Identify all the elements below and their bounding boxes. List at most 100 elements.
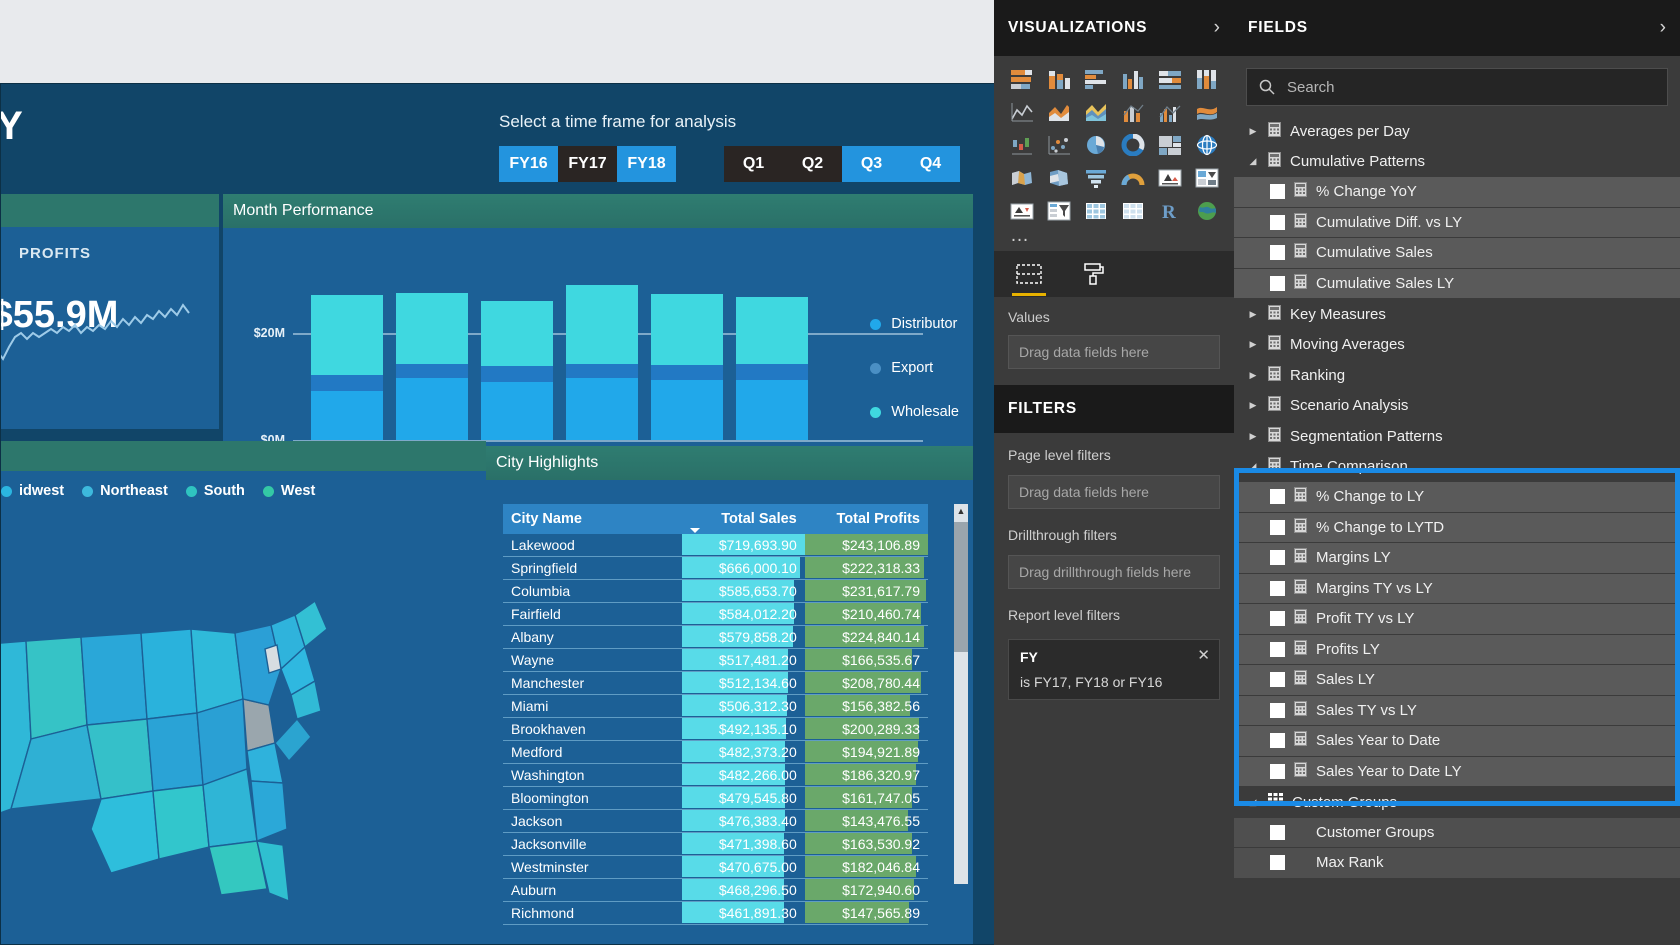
bar-segment-export[interactable] <box>736 364 808 380</box>
map-region-virginia[interactable] <box>274 717 312 763</box>
filter-card-fy[interactable]: ✕ FY is FY17, FY18 or FY16 <box>1008 639 1220 700</box>
bar-segment-distributor[interactable] <box>396 378 468 440</box>
map-region-upper-midwest[interactable] <box>140 628 198 720</box>
table-row[interactable]: Albany $579,858.20 $224,840.14 <box>503 625 928 649</box>
tab-format[interactable] <box>1076 257 1110 291</box>
field-checkbox[interactable] <box>1270 580 1285 596</box>
map-region-carolinas[interactable] <box>250 780 288 842</box>
report-canvas[interactable]: MARY Select a time frame for analysis FY… <box>0 0 1057 945</box>
chevron-right-icon[interactable]: › <box>1214 17 1220 39</box>
visual-type-gallery[interactable]: R <box>994 56 1234 224</box>
bar-segment-distributor[interactable] <box>736 380 808 440</box>
bar-segment-wholesale[interactable] <box>481 301 553 366</box>
field-checkbox[interactable] <box>1270 245 1285 261</box>
stacked-column-chart-icon[interactable] <box>1045 66 1073 92</box>
table-scroll-thumb[interactable] <box>954 522 968 652</box>
bar-segment-wholesale[interactable] <box>651 294 723 365</box>
fields-group-time-comparison[interactable]: ◢ Time Comparison <box>1234 452 1680 483</box>
fields-group-scenario-analysis[interactable]: ▶ Scenario Analysis <box>1234 391 1680 422</box>
fields-item-cumulative-sales-ly[interactable]: Cumulative Sales LY <box>1234 268 1680 299</box>
tab-fields[interactable] <box>1012 257 1046 296</box>
table-row[interactable]: Fairfield $584,012.20 $210,460.74 <box>503 602 928 626</box>
table-row[interactable]: Springfield $666,000.10 $222,318.33 <box>503 556 928 580</box>
field-checkbox[interactable] <box>1270 733 1285 749</box>
column-header-city-name[interactable]: City Name <box>503 504 682 534</box>
filters-body[interactable]: Page level filters Drag data fields here… <box>994 433 1234 714</box>
table-row[interactable]: Columbia $585,653.70 $231,617.79 <box>503 579 928 603</box>
chevron-right-icon[interactable]: ▶ <box>1246 309 1260 320</box>
donut-chart-icon[interactable] <box>1119 132 1147 158</box>
close-icon[interactable]: ✕ <box>1197 646 1210 664</box>
map-region-great-lakes[interactable] <box>190 628 244 714</box>
line-stacked-column-chart-icon[interactable] <box>1119 99 1147 125</box>
map-region-plains-north[interactable] <box>80 632 148 726</box>
table-row[interactable]: Manchester $512,134.60 $208,780.44 <box>503 671 928 695</box>
chevron-down-icon[interactable]: ◢ <box>1246 156 1260 167</box>
line-chart-icon[interactable] <box>1008 99 1036 125</box>
region-legend-item-northeast[interactable]: Northeast <box>82 483 168 499</box>
bar-segment-wholesale[interactable] <box>566 285 638 364</box>
bar-dec-2016[interactable] <box>736 297 808 440</box>
fields-item-profits-ly[interactable]: Profits LY <box>1234 634 1680 665</box>
kpi-icon[interactable] <box>1008 198 1036 224</box>
region-legend[interactable]: idwest Northeast South West <box>1 471 486 499</box>
pie-chart-icon[interactable] <box>1082 132 1110 158</box>
bar-aug-2016[interactable] <box>396 293 468 440</box>
field-checkbox[interactable] <box>1270 702 1285 718</box>
slicer-q2[interactable]: Q2 <box>783 146 842 182</box>
chevron-right-icon[interactable]: ▶ <box>1246 339 1260 350</box>
fields-group-segmentation-patterns[interactable]: ▶ Segmentation Patterns <box>1234 421 1680 452</box>
fields-group-averages-per-day[interactable]: ▶ Averages per Day <box>1234 116 1680 147</box>
stacked-bar-chart-icon[interactable] <box>1008 66 1036 92</box>
fields-item-sales-year-to-date[interactable]: Sales Year to Date <box>1234 726 1680 757</box>
fields-item-margins-ty-vs-ly[interactable]: Margins TY vs LY <box>1234 573 1680 604</box>
field-checkbox[interactable] <box>1270 855 1285 871</box>
fields-item-cumulative-diff-vs-ly[interactable]: Cumulative Diff. vs LY <box>1234 207 1680 238</box>
usa-map-svg[interactable] <box>0 529 486 945</box>
field-checkbox[interactable] <box>1270 184 1285 200</box>
scatter-chart-icon[interactable] <box>1045 132 1073 158</box>
map-icon[interactable] <box>1193 132 1221 158</box>
drillthrough-filters-dropzone[interactable]: Drag drillthrough fields here <box>1008 555 1220 589</box>
shape-map-icon[interactable] <box>1045 165 1073 191</box>
bar-nov-2016[interactable] <box>651 294 723 440</box>
field-checkbox[interactable] <box>1270 611 1285 627</box>
chevron-right-icon[interactable]: › <box>1660 17 1666 39</box>
scroll-up-icon[interactable]: ▲ <box>954 504 968 518</box>
values-well[interactable]: Values Drag data fields here <box>994 297 1234 385</box>
matrix-icon[interactable] <box>1119 198 1147 224</box>
city-highlights-table[interactable]: City Name Total Sales Total Profits Lake… <box>503 504 928 925</box>
region-legend-item-midwest[interactable]: idwest <box>1 483 64 499</box>
table-row[interactable]: Washington $482,266.00 $186,320.97 <box>503 763 928 787</box>
100-stacked-column-chart-icon[interactable] <box>1193 66 1221 92</box>
report-page[interactable]: MARY Select a time frame for analysis FY… <box>0 83 1052 945</box>
fields-item-customer-groups[interactable]: Customer Groups <box>1234 817 1680 848</box>
100-stacked-bar-chart-icon[interactable] <box>1156 66 1184 92</box>
column-header-total-sales[interactable]: Total Sales <box>681 504 805 534</box>
timeframe-slicer[interactable]: Select a time frame for analysis FY16 FY… <box>499 112 969 182</box>
city-highlights-visual[interactable]: City Highlights City Name Total Sales To… <box>486 446 973 944</box>
usa-map[interactable] <box>0 529 486 945</box>
fields-item-sales-year-to-date-ly[interactable]: Sales Year to Date LY <box>1234 756 1680 787</box>
bar-segment-wholesale[interactable] <box>311 295 383 375</box>
stacked-area-chart-icon[interactable] <box>1082 99 1110 125</box>
fields-group-moving-averages[interactable]: ▶ Moving Averages <box>1234 330 1680 361</box>
clustered-bar-chart-icon[interactable] <box>1082 66 1110 92</box>
table-body[interactable]: Lakewood $719,693.90 $243,106.89 Springfiel… <box>503 534 928 925</box>
chevron-down-icon[interactable]: ◢ <box>1246 461 1260 472</box>
slicer-q1[interactable]: Q1 <box>724 146 783 182</box>
treemap-icon[interactable] <box>1156 132 1184 158</box>
area-chart-icon[interactable] <box>1045 99 1073 125</box>
table-row[interactable]: Bloomington $479,545.80 $161,747.05 <box>503 786 928 810</box>
table-row[interactable]: Brookhaven $492,135.10 $200,289.33 <box>503 717 928 741</box>
bar-segment-export[interactable] <box>651 365 723 380</box>
fields-group-ranking[interactable]: ▶ Ranking <box>1234 360 1680 391</box>
ribbon-chart-icon[interactable] <box>1193 99 1221 125</box>
chevron-right-icon[interactable]: ▶ <box>1246 370 1260 381</box>
r-script-visual-icon[interactable]: R <box>1156 198 1184 224</box>
card-icon[interactable] <box>1156 165 1184 191</box>
bar-segment-distributor[interactable] <box>481 382 553 440</box>
map-region-mid-atlantic-south[interactable] <box>246 742 284 784</box>
slicer-icon[interactable] <box>1045 198 1073 224</box>
fields-item-profit-ty-vs-ly[interactable]: Profit TY vs LY <box>1234 604 1680 635</box>
